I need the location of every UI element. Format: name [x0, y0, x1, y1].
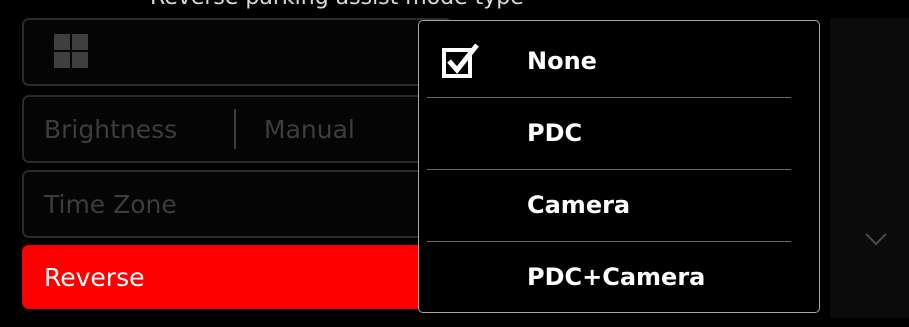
chevron-down-icon[interactable]: [864, 232, 888, 246]
scroll-panel: [830, 18, 909, 318]
option-pdc-camera[interactable]: PDC+Camera: [427, 241, 791, 313]
divider: [234, 109, 236, 149]
option-camera[interactable]: Camera: [427, 169, 791, 242]
option-label: PDC: [527, 119, 583, 147]
page-hint: Reverse parking assist mode type: [0, 0, 909, 10]
option-label: Camera: [527, 191, 631, 219]
brightness-label: Brightness: [44, 114, 178, 144]
grid-icon: [54, 34, 88, 68]
option-pdc[interactable]: PDC: [427, 97, 791, 170]
menu-item-time-zone[interactable]: Time Zone: [22, 170, 452, 238]
time-zone-label: Time Zone: [44, 189, 177, 219]
menu-item-apps[interactable]: [22, 18, 452, 86]
option-label: PDC+Camera: [527, 263, 706, 291]
checkbox-checked-icon: [442, 43, 479, 78]
option-label: None: [527, 47, 597, 75]
option-none[interactable]: None: [427, 25, 791, 98]
menu-item-brightness[interactable]: Brightness Manual: [22, 95, 452, 163]
brightness-value: Manual: [264, 114, 355, 144]
menu-item-reverse[interactable]: Reverse: [22, 245, 452, 309]
reverse-options-popup: None PDC Camera PDC+Camera: [418, 20, 820, 313]
reverse-label: Reverse: [44, 262, 145, 292]
